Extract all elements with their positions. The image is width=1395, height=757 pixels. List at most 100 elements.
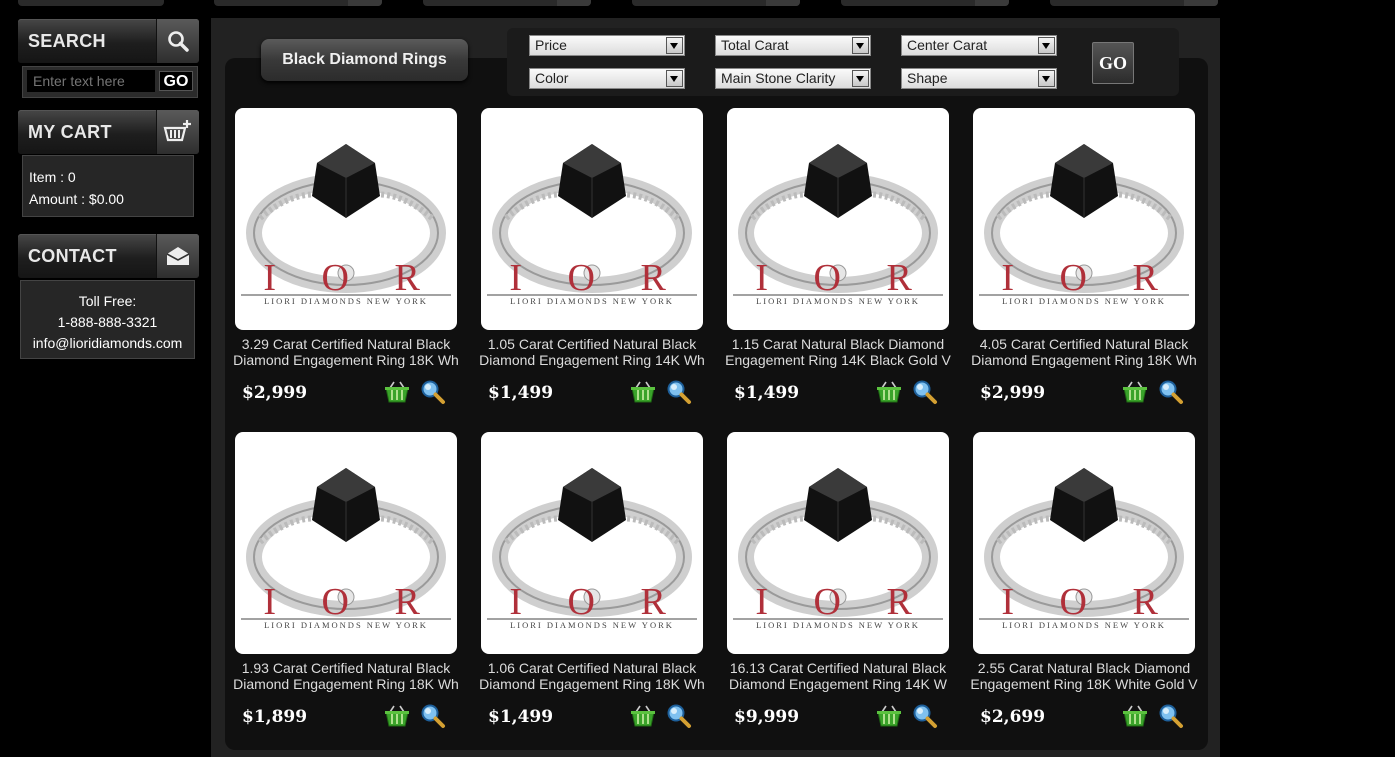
- top-nav-tab[interactable]: [423, 0, 591, 6]
- product-name[interactable]: 1.93 Carat Certified Natural Black Diamo…: [229, 660, 463, 692]
- product-price: $1,499: [488, 383, 554, 403]
- add-to-cart-basket-icon[interactable]: [630, 381, 656, 403]
- contact-title: CONTACT: [28, 246, 117, 266]
- zoom-magnifier-icon[interactable]: [1158, 379, 1184, 405]
- product-name-line1: 4.05 Carat Certified Natural Black: [979, 336, 1189, 352]
- brand-watermark-sub: LIORI DIAMONDS NEW YORK: [1002, 296, 1166, 306]
- product-name[interactable]: 3.29 Carat Certified Natural Black Diamo…: [229, 336, 463, 368]
- filter-price-select[interactable]: Price: [529, 35, 685, 56]
- product-name-line2: Diamond Engagement Ring 18K Wh: [233, 352, 459, 368]
- product-name-line1: 1.15 Carat Natural Black Diamond: [731, 336, 945, 352]
- filter-shape-select[interactable]: Shape: [901, 68, 1057, 89]
- brand-watermark: L I O R I: [973, 581, 1195, 623]
- product-card[interactable]: L I O R I LIORI DIAMONDS NEW YORK 1.93 C…: [233, 432, 459, 732]
- add-to-cart-basket-icon[interactable]: [384, 705, 410, 727]
- zoom-magnifier-icon[interactable]: [1158, 703, 1184, 729]
- product-card[interactable]: L I O R I LIORI DIAMONDS NEW YORK 1.15 C…: [725, 108, 951, 408]
- filter-clarity-select[interactable]: Main Stone Clarity: [715, 68, 871, 89]
- zoom-magnifier-icon[interactable]: [666, 703, 692, 729]
- brand-watermark-sub: LIORI DIAMONDS NEW YORK: [756, 296, 920, 306]
- product-name-line2: Diamond Engagement Ring 14K W: [729, 676, 947, 692]
- product-image[interactable]: L I O R I LIORI DIAMONDS NEW YORK: [481, 432, 703, 654]
- product-image[interactable]: L I O R I LIORI DIAMONDS NEW YORK: [727, 432, 949, 654]
- product-name[interactable]: 1.15 Carat Natural Black Diamond Engagem…: [721, 336, 955, 368]
- chevron-down-icon: [852, 70, 869, 87]
- zoom-magnifier-icon[interactable]: [912, 703, 938, 729]
- main-content: Black Diamond Rings Price Total Carat Ce…: [211, 18, 1220, 757]
- product-image[interactable]: L I O R I LIORI DIAMONDS NEW YORK: [973, 108, 1195, 330]
- product-card[interactable]: L I O R I LIORI DIAMONDS NEW YORK 2.55 C…: [970, 432, 1198, 732]
- filter-total-carat-value: Total Carat: [721, 37, 789, 53]
- filter-color-select[interactable]: Color: [529, 68, 685, 89]
- product-name-line2: Diamond Engagement Ring 18K Wh: [233, 676, 459, 692]
- zoom-magnifier-icon[interactable]: [666, 379, 692, 405]
- cart-item-count: Item : 0: [29, 169, 76, 185]
- product-name[interactable]: 2.55 Carat Natural Black Diamond Engagem…: [967, 660, 1201, 692]
- brand-watermark: L I O R I: [481, 257, 703, 299]
- add-to-cart-basket-icon[interactable]: [1122, 381, 1148, 403]
- product-card[interactable]: L I O R I LIORI DIAMONDS NEW YORK 3.29 C…: [233, 108, 459, 408]
- cart-header: MY CART: [18, 110, 199, 154]
- product-name-line2: Diamond Engagement Ring 18K Wh: [479, 676, 705, 692]
- email-link[interactable]: info@lioridiamonds.com: [21, 333, 194, 354]
- filter-total-carat-select[interactable]: Total Carat: [715, 35, 871, 56]
- search-go-button[interactable]: GO: [159, 71, 193, 91]
- brand-watermark: L I O R I: [973, 257, 1195, 299]
- chevron-down-icon: [1038, 70, 1055, 87]
- zoom-magnifier-icon[interactable]: [420, 379, 446, 405]
- product-image[interactable]: L I O R I LIORI DIAMONDS NEW YORK: [481, 108, 703, 330]
- cart-add-icon[interactable]: [156, 110, 199, 154]
- product-name-line1: 3.29 Carat Certified Natural Black: [241, 336, 451, 352]
- product-price: $2,699: [980, 707, 1046, 727]
- product-name-line1: 1.93 Carat Certified Natural Black: [241, 660, 451, 676]
- product-image[interactable]: L I O R I LIORI DIAMONDS NEW YORK: [235, 108, 457, 330]
- search-icon[interactable]: [156, 19, 199, 63]
- add-to-cart-basket-icon[interactable]: [876, 381, 902, 403]
- filter-clarity-value: Main Stone Clarity: [721, 70, 836, 86]
- product-name[interactable]: 1.06 Carat Certified Natural Black Diamo…: [475, 660, 709, 692]
- filter-color-value: Color: [535, 70, 569, 86]
- product-card[interactable]: L I O R I LIORI DIAMONDS NEW YORK 4.05 C…: [971, 108, 1197, 408]
- filter-shape-value: Shape: [907, 70, 948, 86]
- brand-watermark-sub: LIORI DIAMONDS NEW YORK: [756, 620, 920, 630]
- zoom-magnifier-icon[interactable]: [420, 703, 446, 729]
- product-name[interactable]: 4.05 Carat Certified Natural Black Diamo…: [967, 336, 1201, 368]
- chevron-down-icon: [666, 37, 683, 54]
- brand-watermark: L I O R I: [235, 257, 457, 299]
- product-name[interactable]: 16.13 Carat Certified Natural Black Diam…: [721, 660, 955, 692]
- filter-center-carat-value: Center Carat: [907, 37, 988, 53]
- sidebar: SEARCH GO MY CART Item : 0 Amount : $0.0…: [0, 0, 210, 757]
- filter-go-button[interactable]: GO: [1092, 42, 1134, 84]
- search-input[interactable]: [27, 70, 155, 92]
- product-price: $1,499: [488, 707, 554, 727]
- product-name-line1: 1.06 Carat Certified Natural Black: [487, 660, 697, 676]
- zoom-magnifier-icon[interactable]: [912, 379, 938, 405]
- toll-free-label: Toll Free:: [78, 293, 137, 309]
- filter-bar: Price Total Carat Center Carat Color Mai…: [507, 28, 1179, 96]
- product-image[interactable]: L I O R I LIORI DIAMONDS NEW YORK: [235, 432, 457, 654]
- brand-watermark-sub: LIORI DIAMONDS NEW YORK: [1002, 620, 1166, 630]
- add-to-cart-basket-icon[interactable]: [1122, 705, 1148, 727]
- filter-center-carat-select[interactable]: Center Carat: [901, 35, 1057, 56]
- add-to-cart-basket-icon[interactable]: [384, 381, 410, 403]
- cart-title: MY CART: [28, 122, 112, 142]
- product-card[interactable]: L I O R I LIORI DIAMONDS NEW YORK 1.06 C…: [479, 432, 705, 732]
- product-image[interactable]: L I O R I LIORI DIAMONDS NEW YORK: [973, 432, 1195, 654]
- product-name-line2: Diamond Engagement Ring 14K Wh: [479, 352, 705, 368]
- product-card[interactable]: L I O R I LIORI DIAMONDS NEW YORK 16.13 …: [727, 432, 949, 732]
- cart-summary: Item : 0 Amount : $0.00: [22, 155, 194, 217]
- top-nav-tab[interactable]: [841, 0, 1009, 6]
- product-card[interactable]: L I O R I LIORI DIAMONDS NEW YORK 1.05 C…: [479, 108, 705, 408]
- phone-number[interactable]: 1-888-888-3321: [21, 312, 194, 333]
- top-nav-tab[interactable]: [214, 0, 382, 6]
- envelope-icon[interactable]: [156, 234, 199, 278]
- top-nav-tab[interactable]: [1050, 0, 1218, 6]
- add-to-cart-basket-icon[interactable]: [876, 705, 902, 727]
- product-image[interactable]: L I O R I LIORI DIAMONDS NEW YORK: [727, 108, 949, 330]
- top-nav-tab[interactable]: [632, 0, 800, 6]
- product-name[interactable]: 1.05 Carat Certified Natural Black Diamo…: [475, 336, 709, 368]
- product-price: $9,999: [734, 707, 800, 727]
- brand-watermark: L I O R I: [727, 257, 949, 299]
- product-name-line1: 16.13 Carat Certified Natural Black: [729, 660, 947, 676]
- add-to-cart-basket-icon[interactable]: [630, 705, 656, 727]
